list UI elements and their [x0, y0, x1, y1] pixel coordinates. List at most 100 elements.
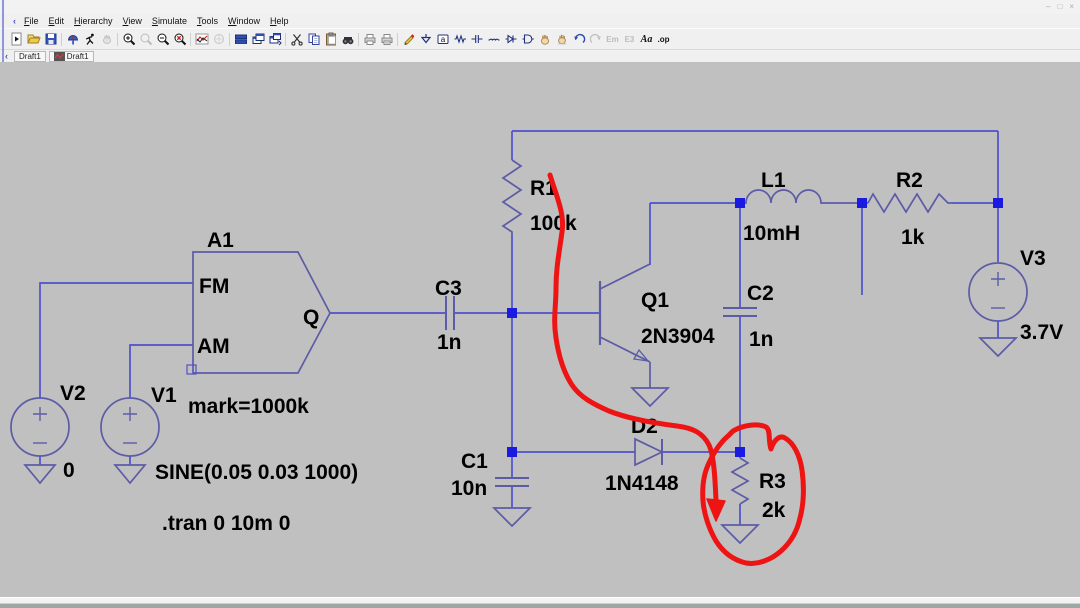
minimize-icon[interactable]: –	[1046, 2, 1050, 12]
mirror-glyph: Em	[606, 35, 618, 44]
menu-window[interactable]: Window	[223, 16, 265, 26]
move-icon[interactable]	[536, 31, 553, 48]
maximize-icon[interactable]: □	[1057, 2, 1062, 12]
arrange-windows-icon[interactable]	[266, 31, 283, 48]
tab-schematic-draft1[interactable]: Draft1	[14, 51, 46, 62]
v1-value[interactable]: SINE(0.05 0.03 1000)	[155, 461, 358, 484]
component-v3[interactable]	[969, 263, 1027, 356]
find-icon[interactable]	[339, 31, 356, 48]
open-icon[interactable]	[25, 31, 42, 48]
diode-icon[interactable]	[502, 31, 519, 48]
undo-icon[interactable]	[570, 31, 587, 48]
a1-pin-am[interactable]: AM	[197, 335, 230, 358]
component-icon[interactable]	[519, 31, 536, 48]
title-bar: – □ ×	[0, 0, 1080, 14]
toolbar-separator	[190, 33, 191, 46]
r3-ref[interactable]: R3	[759, 470, 786, 493]
capacitor-icon[interactable]	[468, 31, 485, 48]
component-r1[interactable]	[503, 160, 521, 235]
print-icon[interactable]	[361, 31, 378, 48]
zoom-extents-icon[interactable]	[171, 31, 188, 48]
spice-directive-glyph: .op	[658, 35, 670, 44]
menu-view[interactable]: View	[118, 16, 147, 26]
component-r2[interactable]	[868, 194, 952, 212]
menu-help[interactable]: Help	[265, 16, 294, 26]
l1-ref[interactable]: L1	[761, 169, 786, 192]
mirror-icon[interactable]: Em	[604, 31, 621, 48]
schematic-svg[interactable]: A1 FM AM Q mark=1000k V2 V1 0 SINE(0.05 …	[0, 62, 1080, 597]
paste-icon[interactable]	[322, 31, 339, 48]
rotate-icon[interactable]: E3	[621, 31, 638, 48]
tab-waveform-draft1[interactable]: Draft1	[49, 51, 94, 62]
menu-tools[interactable]: Tools	[192, 16, 223, 26]
label-net-icon[interactable]: a	[434, 31, 451, 48]
menu-edit[interactable]: Edit	[44, 16, 70, 26]
cut-icon[interactable]	[288, 31, 305, 48]
r2-value[interactable]: 1k	[901, 226, 925, 249]
tab-label: Draft1	[67, 52, 89, 61]
ground-symbol	[980, 338, 1016, 356]
component-c2[interactable]	[723, 308, 757, 316]
component-l1[interactable]	[740, 190, 862, 203]
menu-simulate[interactable]: Simulate	[147, 16, 192, 26]
new-schematic-icon[interactable]	[8, 31, 25, 48]
menu-hierarchy[interactable]: Hierarchy	[69, 16, 118, 26]
zoom-back-icon[interactable]	[137, 31, 154, 48]
a1-pin-q[interactable]: Q	[303, 306, 319, 329]
v3-ref[interactable]: V3	[1020, 247, 1046, 270]
wire-icon[interactable]	[400, 31, 417, 48]
spice-directive-icon[interactable]: .op	[655, 31, 672, 48]
component-r3[interactable]	[722, 458, 758, 543]
resistor-icon[interactable]	[451, 31, 468, 48]
v2-ref[interactable]: V2	[60, 382, 86, 405]
save-icon[interactable]	[42, 31, 59, 48]
v3-value[interactable]: 3.7V	[1020, 321, 1063, 344]
inductor-icon[interactable]	[485, 31, 502, 48]
cascade-windows-icon[interactable]	[249, 31, 266, 48]
a1-ref[interactable]: A1	[207, 229, 234, 252]
q1-value[interactable]: 2N3904	[641, 325, 715, 348]
toolbar-separator	[117, 33, 118, 46]
zoom-area-icon[interactable]	[120, 31, 137, 48]
c1-ref[interactable]: C1	[461, 450, 488, 473]
q1-ref[interactable]: Q1	[641, 289, 669, 312]
a1-value[interactable]: mark=1000k	[188, 395, 309, 418]
c1-value[interactable]: 10n	[451, 477, 487, 500]
close-icon[interactable]: ×	[1069, 2, 1074, 12]
c3-value[interactable]: 1n	[437, 331, 462, 354]
component-v1[interactable]	[101, 398, 159, 483]
run-icon[interactable]	[81, 31, 98, 48]
c2-ref[interactable]: C2	[747, 282, 774, 305]
zoom-out-icon[interactable]	[154, 31, 171, 48]
a1-pin-fm[interactable]: FM	[199, 275, 229, 298]
autorange-icon[interactable]	[193, 31, 210, 48]
component-d2[interactable]	[635, 439, 662, 465]
control-panel-icon[interactable]	[64, 31, 81, 48]
ground-icon[interactable]	[417, 31, 434, 48]
component-c3[interactable]	[446, 296, 454, 330]
d2-value[interactable]: 1N4148	[605, 472, 679, 495]
v1-ref[interactable]: V1	[151, 384, 177, 407]
r3-value[interactable]: 2k	[762, 499, 786, 522]
menu-file[interactable]: File	[19, 16, 44, 26]
l1-value[interactable]: 10mH	[743, 222, 800, 245]
v2-value[interactable]: 0	[63, 459, 75, 482]
drag-icon[interactable]	[553, 31, 570, 48]
r1-value[interactable]: 100k	[530, 212, 577, 235]
print-preview-icon[interactable]	[378, 31, 395, 48]
c2-value[interactable]: 1n	[749, 328, 774, 351]
tran-directive[interactable]: .tran 0 10m 0	[162, 512, 290, 535]
toolbar-separator	[358, 33, 359, 46]
datacursor-icon[interactable]	[210, 31, 227, 48]
r2-ref[interactable]: R2	[896, 169, 923, 192]
copy-icon[interactable]	[305, 31, 322, 48]
component-v2[interactable]	[11, 398, 69, 483]
halt-icon[interactable]	[98, 31, 115, 48]
menu-overflow-icon[interactable]: ‹	[10, 16, 19, 26]
tile-windows-icon[interactable]	[232, 31, 249, 48]
c3-ref[interactable]: C3	[435, 277, 462, 300]
toolbar-separator	[397, 33, 398, 46]
text-icon[interactable]: Aa	[638, 31, 655, 48]
schematic-canvas[interactable]: A1 FM AM Q mark=1000k V2 V1 0 SINE(0.05 …	[0, 62, 1080, 597]
redo-icon[interactable]	[587, 31, 604, 48]
